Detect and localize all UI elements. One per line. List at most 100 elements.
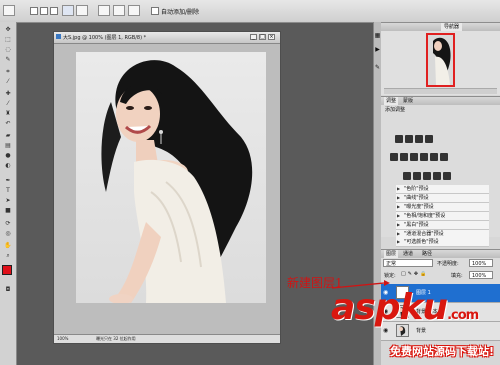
color-balance-icon[interactable] bbox=[410, 153, 418, 161]
navigator-view-box[interactable] bbox=[426, 33, 455, 87]
maximize-button[interactable]: □ bbox=[259, 34, 266, 40]
auto-add-label: 自动添加/删除 bbox=[161, 9, 200, 16]
navigator-zoom-slider[interactable] bbox=[384, 88, 497, 94]
close-button[interactable]: × bbox=[268, 34, 275, 40]
heal-tool-icon[interactable]: ✚ bbox=[3, 90, 13, 97]
fill-field[interactable]: 100% bbox=[469, 271, 493, 279]
preset-item[interactable]: ▶ "曲线"预设 bbox=[396, 194, 489, 203]
document-status-bar: 100% 曝光只在 32 位起作用 bbox=[54, 334, 280, 343]
document-title: 大S.jpg @ 100% (图层 1, RGB/8) * bbox=[63, 35, 147, 41]
black-white-icon[interactable] bbox=[420, 153, 428, 161]
posterize-icon[interactable] bbox=[413, 172, 421, 180]
adjustment-icons-row-2 bbox=[390, 153, 474, 161]
document-title-bar[interactable]: 大S.jpg @ 100% (图层 1, RGB/8) * _ □ × bbox=[54, 32, 280, 44]
align-center-icon[interactable] bbox=[113, 5, 125, 16]
opacity-field[interactable]: 100% bbox=[469, 259, 493, 267]
opacity-label: 不透明度: bbox=[437, 261, 459, 267]
history-brush-tool-icon[interactable]: ↶ bbox=[3, 120, 13, 127]
visibility-eye-icon[interactable]: ◉ bbox=[383, 327, 391, 334]
tab-adjustments[interactable]: 调整 bbox=[384, 97, 399, 105]
preset-item[interactable]: ▶ "色阶"预设 bbox=[396, 185, 489, 194]
align-right-icon[interactable] bbox=[128, 5, 140, 16]
invert-icon[interactable] bbox=[403, 172, 411, 180]
gradient-tool-icon[interactable]: ▤ bbox=[3, 142, 13, 149]
blur-tool-icon[interactable]: ● bbox=[3, 152, 13, 159]
layers-panel-header: 图层 通道 路径 bbox=[381, 249, 500, 258]
photoshop-doc-icon bbox=[56, 34, 61, 39]
hue-saturation-icon[interactable] bbox=[400, 153, 408, 161]
brushes-panel-icon[interactable]: ✎ bbox=[374, 64, 381, 71]
selective-color-icon[interactable] bbox=[443, 172, 451, 180]
vibrance-icon[interactable] bbox=[390, 153, 398, 161]
levels-icon[interactable] bbox=[405, 135, 413, 143]
stamp-tool-icon[interactable]: ♜ bbox=[3, 110, 13, 117]
adjustments-panel-header: 调整 蒙版 bbox=[381, 96, 500, 105]
document-window: 大S.jpg @ 100% (图层 1, RGB/8) * _ □ × 100%… bbox=[53, 31, 281, 344]
adjustments-panel-body: 添加调整 ▶ "色阶"预设 ▶ "曲线"预设 ▶ "曝光度"预设 ▶ "色相/饱和度"预… bbox=[381, 105, 500, 239]
tool-preset-button[interactable] bbox=[3, 5, 15, 16]
history-panel-icon[interactable]: ▦ bbox=[374, 32, 381, 39]
watermark-logo: aspku.com bbox=[331, 287, 479, 328]
layers-options: 正常 不透明度: 100% 锁定: □✎✥🔒 填充: 100% bbox=[381, 258, 500, 284]
preset-item[interactable]: ▶ "色相/饱和度"预设 bbox=[396, 212, 489, 221]
path-select-tool-icon[interactable]: ➤ bbox=[3, 197, 13, 204]
zoom-level[interactable]: 100% bbox=[57, 335, 68, 343]
hand-tool-icon[interactable]: ✋ bbox=[3, 242, 13, 249]
3d-rotate-tool-icon[interactable]: ⟳ bbox=[3, 220, 13, 227]
layer-name: 背景 bbox=[416, 328, 427, 334]
subtract-selection-icon[interactable] bbox=[50, 7, 58, 15]
3d-orbit-tool-icon[interactable]: ◎ bbox=[3, 230, 13, 237]
tab-navigator[interactable]: 导航器 bbox=[441, 23, 463, 31]
align-left-icon[interactable] bbox=[98, 5, 110, 16]
adjustments-header: 添加调整 bbox=[385, 107, 406, 113]
eraser-tool-icon[interactable]: ▰ bbox=[3, 132, 13, 139]
move-tool-icon[interactable]: ✥ bbox=[3, 26, 13, 33]
adjustment-icons-row-3 bbox=[403, 172, 487, 180]
zoom-tool-icon[interactable]: ⌕ bbox=[3, 252, 13, 259]
watermark-subtitle: 免费网站源码下载站! bbox=[390, 345, 495, 358]
minimize-button[interactable]: _ bbox=[250, 34, 257, 40]
canvas-image[interactable] bbox=[76, 52, 266, 303]
gradient-map-icon[interactable] bbox=[433, 172, 441, 180]
channel-mixer-icon[interactable] bbox=[440, 153, 448, 161]
exposure-icon[interactable] bbox=[425, 135, 433, 143]
adjustment-icons-row-1 bbox=[395, 135, 479, 143]
quick-select-tool-icon[interactable]: ✎ bbox=[3, 56, 13, 63]
marquee-tool-icon[interactable]: ⬚ bbox=[3, 36, 13, 43]
add-selection-icon[interactable] bbox=[40, 7, 48, 15]
photo-filter-icon[interactable] bbox=[430, 153, 438, 161]
auto-add-checkbox[interactable] bbox=[151, 7, 159, 15]
navigator-thumbnail bbox=[433, 37, 451, 85]
brush-options-icon[interactable] bbox=[76, 5, 88, 16]
actions-panel-icon[interactable]: ▶ bbox=[374, 46, 381, 53]
curves-icon[interactable] bbox=[415, 135, 423, 143]
tab-channels[interactable]: 通道 bbox=[403, 250, 413, 258]
tab-masks[interactable]: 蒙版 bbox=[403, 97, 413, 105]
lock-icons[interactable]: □✎✥🔒 bbox=[401, 271, 428, 277]
preset-item[interactable]: ▶ "黑白"预设 bbox=[396, 221, 489, 230]
brush-tool-icon[interactable]: ⁄ bbox=[3, 100, 13, 107]
eyedropper-tool-icon[interactable]: ⁄ bbox=[3, 78, 13, 85]
lasso-tool-icon[interactable]: ◌ bbox=[3, 46, 13, 53]
shape-tool-icon[interactable]: ■ bbox=[3, 207, 13, 214]
fill-label: 填充: bbox=[451, 273, 463, 279]
brush-tool-icon[interactable] bbox=[62, 5, 74, 16]
brightness-icon[interactable] bbox=[395, 135, 403, 143]
status-info: 曝光只在 32 位起作用 bbox=[96, 336, 136, 341]
preset-item[interactable]: ▶ "曝光度"预设 bbox=[396, 203, 489, 212]
tab-paths[interactable]: 路径 bbox=[422, 250, 432, 258]
photo-woman bbox=[101, 60, 253, 303]
new-selection-icon[interactable] bbox=[30, 7, 38, 15]
threshold-icon[interactable] bbox=[423, 172, 431, 180]
dodge-tool-icon[interactable]: ◐ bbox=[3, 162, 13, 169]
quick-mask-icon[interactable]: ◘ bbox=[3, 286, 13, 293]
pen-tool-icon[interactable]: ✒ bbox=[3, 177, 13, 184]
type-tool-icon[interactable]: T bbox=[3, 187, 13, 194]
navigator-preview-area bbox=[381, 31, 500, 95]
blend-mode-select[interactable]: 正常 bbox=[383, 259, 433, 267]
foreground-color-swatch[interactable] bbox=[2, 265, 12, 275]
preset-item[interactable]: ▶ "可选颜色"预设 bbox=[396, 238, 489, 247]
crop-tool-icon[interactable]: ⌗ bbox=[3, 68, 13, 75]
tab-layers[interactable]: 图层 bbox=[384, 250, 399, 258]
tools-panel: ✥ ⬚ ◌ ✎ ⌗ ⁄ ✚ ⁄ ♜ ↶ ▰ ▤ ● ◐ ✒ T ➤ ■ ⟳ ◎ … bbox=[0, 22, 17, 365]
